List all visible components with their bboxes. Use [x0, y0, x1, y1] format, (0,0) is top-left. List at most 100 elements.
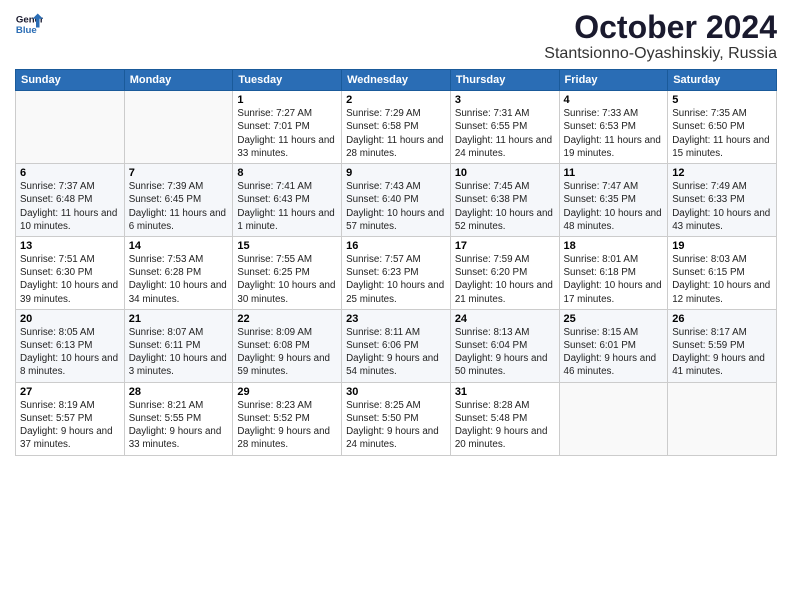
day-number: 16 [346, 240, 446, 252]
table-row: 14Sunrise: 7:53 AMSunset: 6:28 PMDayligh… [124, 236, 233, 309]
day-number: 13 [20, 240, 120, 252]
day-number: 26 [672, 313, 772, 325]
table-row: 15Sunrise: 7:55 AMSunset: 6:25 PMDayligh… [233, 236, 342, 309]
day-number: 27 [20, 386, 120, 398]
svg-text:Blue: Blue [16, 25, 37, 36]
day-info: Sunrise: 8:15 AMSunset: 6:01 PMDaylight:… [564, 326, 664, 379]
day-info: Sunrise: 8:17 AMSunset: 5:59 PMDaylight:… [672, 326, 772, 379]
table-row: 21Sunrise: 8:07 AMSunset: 6:11 PMDayligh… [124, 309, 233, 382]
table-row [559, 382, 668, 455]
col-sunday: Sunday [16, 70, 125, 91]
table-row: 7Sunrise: 7:39 AMSunset: 6:45 PMDaylight… [124, 164, 233, 237]
day-info: Sunrise: 7:35 AMSunset: 6:50 PMDaylight:… [672, 107, 772, 160]
table-row: 20Sunrise: 8:05 AMSunset: 6:13 PMDayligh… [16, 309, 125, 382]
table-row: 6Sunrise: 7:37 AMSunset: 6:48 PMDaylight… [16, 164, 125, 237]
title-block: October 2024 Stantsionno-Oyashinskiy, Ru… [544, 10, 777, 63]
table-row: 31Sunrise: 8:28 AMSunset: 5:48 PMDayligh… [450, 382, 559, 455]
day-number: 11 [564, 167, 664, 179]
day-info: Sunrise: 8:07 AMSunset: 6:11 PMDaylight:… [129, 326, 229, 379]
header-row: Sunday Monday Tuesday Wednesday Thursday… [16, 70, 777, 91]
day-info: Sunrise: 7:55 AMSunset: 6:25 PMDaylight:… [237, 253, 337, 306]
day-number: 18 [564, 240, 664, 252]
col-saturday: Saturday [668, 70, 777, 91]
col-monday: Monday [124, 70, 233, 91]
table-row: 19Sunrise: 8:03 AMSunset: 6:15 PMDayligh… [668, 236, 777, 309]
day-info: Sunrise: 7:27 AMSunset: 7:01 PMDaylight:… [237, 107, 337, 160]
day-info: Sunrise: 8:21 AMSunset: 5:55 PMDaylight:… [129, 399, 229, 452]
day-number: 21 [129, 313, 229, 325]
table-row: 28Sunrise: 8:21 AMSunset: 5:55 PMDayligh… [124, 382, 233, 455]
day-info: Sunrise: 7:47 AMSunset: 6:35 PMDaylight:… [564, 180, 664, 233]
table-row: 26Sunrise: 8:17 AMSunset: 5:59 PMDayligh… [668, 309, 777, 382]
day-number: 1 [237, 94, 337, 106]
day-info: Sunrise: 8:01 AMSunset: 6:18 PMDaylight:… [564, 253, 664, 306]
day-info: Sunrise: 8:09 AMSunset: 6:08 PMDaylight:… [237, 326, 337, 379]
table-row: 27Sunrise: 8:19 AMSunset: 5:57 PMDayligh… [16, 382, 125, 455]
day-number: 29 [237, 386, 337, 398]
day-number: 28 [129, 386, 229, 398]
table-row: 18Sunrise: 8:01 AMSunset: 6:18 PMDayligh… [559, 236, 668, 309]
table-row: 12Sunrise: 7:49 AMSunset: 6:33 PMDayligh… [668, 164, 777, 237]
day-info: Sunrise: 8:13 AMSunset: 6:04 PMDaylight:… [455, 326, 555, 379]
day-number: 8 [237, 167, 337, 179]
day-number: 9 [346, 167, 446, 179]
table-row: 25Sunrise: 8:15 AMSunset: 6:01 PMDayligh… [559, 309, 668, 382]
week-row: 20Sunrise: 8:05 AMSunset: 6:13 PMDayligh… [16, 309, 777, 382]
day-info: Sunrise: 7:31 AMSunset: 6:55 PMDaylight:… [455, 107, 555, 160]
day-number: 24 [455, 313, 555, 325]
table-row: 11Sunrise: 7:47 AMSunset: 6:35 PMDayligh… [559, 164, 668, 237]
table-row [668, 382, 777, 455]
table-row [124, 91, 233, 164]
day-info: Sunrise: 7:51 AMSunset: 6:30 PMDaylight:… [20, 253, 120, 306]
day-info: Sunrise: 8:25 AMSunset: 5:50 PMDaylight:… [346, 399, 446, 452]
day-number: 15 [237, 240, 337, 252]
day-number: 19 [672, 240, 772, 252]
table-row: 13Sunrise: 7:51 AMSunset: 6:30 PMDayligh… [16, 236, 125, 309]
day-number: 22 [237, 313, 337, 325]
day-number: 14 [129, 240, 229, 252]
day-info: Sunrise: 8:03 AMSunset: 6:15 PMDaylight:… [672, 253, 772, 306]
day-info: Sunrise: 7:29 AMSunset: 6:58 PMDaylight:… [346, 107, 446, 160]
week-row: 6Sunrise: 7:37 AMSunset: 6:48 PMDaylight… [16, 164, 777, 237]
day-number: 5 [672, 94, 772, 106]
table-row: 16Sunrise: 7:57 AMSunset: 6:23 PMDayligh… [342, 236, 451, 309]
subtitle: Stantsionno-Oyashinskiy, Russia [544, 45, 777, 63]
day-number: 17 [455, 240, 555, 252]
day-number: 4 [564, 94, 664, 106]
table-row: 3Sunrise: 7:31 AMSunset: 6:55 PMDaylight… [450, 91, 559, 164]
table-row [16, 91, 125, 164]
week-row: 1Sunrise: 7:27 AMSunset: 7:01 PMDaylight… [16, 91, 777, 164]
day-number: 6 [20, 167, 120, 179]
day-info: Sunrise: 7:45 AMSunset: 6:38 PMDaylight:… [455, 180, 555, 233]
table-row: 1Sunrise: 7:27 AMSunset: 7:01 PMDaylight… [233, 91, 342, 164]
day-info: Sunrise: 8:28 AMSunset: 5:48 PMDaylight:… [455, 399, 555, 452]
day-info: Sunrise: 7:57 AMSunset: 6:23 PMDaylight:… [346, 253, 446, 306]
table-row: 2Sunrise: 7:29 AMSunset: 6:58 PMDaylight… [342, 91, 451, 164]
table-row: 17Sunrise: 7:59 AMSunset: 6:20 PMDayligh… [450, 236, 559, 309]
day-info: Sunrise: 7:41 AMSunset: 6:43 PMDaylight:… [237, 180, 337, 233]
day-number: 23 [346, 313, 446, 325]
table-row: 9Sunrise: 7:43 AMSunset: 6:40 PMDaylight… [342, 164, 451, 237]
month-title: October 2024 [544, 10, 777, 45]
logo: General Blue [15, 10, 43, 38]
table-row: 22Sunrise: 8:09 AMSunset: 6:08 PMDayligh… [233, 309, 342, 382]
day-number: 25 [564, 313, 664, 325]
day-number: 12 [672, 167, 772, 179]
day-info: Sunrise: 8:23 AMSunset: 5:52 PMDaylight:… [237, 399, 337, 452]
day-number: 2 [346, 94, 446, 106]
day-info: Sunrise: 7:43 AMSunset: 6:40 PMDaylight:… [346, 180, 446, 233]
day-number: 7 [129, 167, 229, 179]
day-info: Sunrise: 7:39 AMSunset: 6:45 PMDaylight:… [129, 180, 229, 233]
table-row: 23Sunrise: 8:11 AMSunset: 6:06 PMDayligh… [342, 309, 451, 382]
table-row: 29Sunrise: 8:23 AMSunset: 5:52 PMDayligh… [233, 382, 342, 455]
col-friday: Friday [559, 70, 668, 91]
day-number: 10 [455, 167, 555, 179]
day-info: Sunrise: 7:37 AMSunset: 6:48 PMDaylight:… [20, 180, 120, 233]
week-row: 27Sunrise: 8:19 AMSunset: 5:57 PMDayligh… [16, 382, 777, 455]
table-row: 4Sunrise: 7:33 AMSunset: 6:53 PMDaylight… [559, 91, 668, 164]
calendar-table: Sunday Monday Tuesday Wednesday Thursday… [15, 69, 777, 455]
day-info: Sunrise: 8:05 AMSunset: 6:13 PMDaylight:… [20, 326, 120, 379]
day-number: 3 [455, 94, 555, 106]
table-row: 10Sunrise: 7:45 AMSunset: 6:38 PMDayligh… [450, 164, 559, 237]
table-row: 8Sunrise: 7:41 AMSunset: 6:43 PMDaylight… [233, 164, 342, 237]
